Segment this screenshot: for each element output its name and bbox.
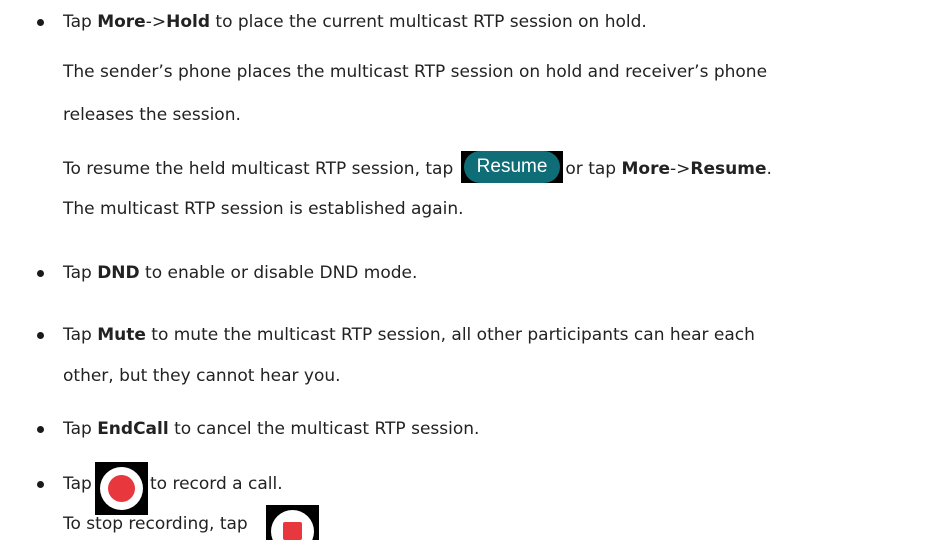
record-icon-dot <box>108 475 135 502</box>
arrow-text: -> <box>670 159 691 179</box>
more-label: More <box>97 12 146 32</box>
hold-description-line-2: releases the session. <box>63 105 241 125</box>
text: to cancel the multicast RTP session. <box>168 419 480 439</box>
resume-instruction: To resume the held multicast RTP session… <box>63 151 772 185</box>
stop-icon-square <box>283 522 302 540</box>
text: To resume the held multicast RTP session… <box>63 159 459 179</box>
text: Tap <box>63 325 98 345</box>
bullet <box>37 332 44 339</box>
stop-recording-icon[interactable] <box>266 505 319 553</box>
resume-button-label: Resume <box>463 151 561 183</box>
resume-label: Resume <box>690 159 767 179</box>
bullet <box>37 19 44 26</box>
record-text-pre: Tap <box>63 474 92 494</box>
endcall-label: EndCall <box>97 419 169 439</box>
text: Tap <box>63 263 98 283</box>
resume-button[interactable]: Resume <box>460 151 564 183</box>
endcall-instruction: Tap EndCall to cancel the multicast RTP … <box>63 418 479 440</box>
record-icon[interactable] <box>95 462 148 515</box>
mute-instruction: Tap Mute to mute the multicast RTP sessi… <box>63 324 755 346</box>
record-text-post: to record a call. <box>150 474 283 494</box>
text: Tap <box>63 12 98 32</box>
text: or tap <box>565 159 622 179</box>
text: Tap <box>63 419 98 439</box>
dnd-label: DND <box>97 263 140 283</box>
bullet <box>37 481 44 488</box>
mute-instruction-line-2: other, but they cannot hear you. <box>63 366 341 386</box>
hold-label: Hold <box>166 12 210 32</box>
hold-instruction: Tap More->Hold to place the current mult… <box>63 11 647 33</box>
dnd-instruction: Tap DND to enable or disable DND mode. <box>63 262 417 284</box>
bullet <box>37 270 44 277</box>
text: . <box>766 159 772 179</box>
arrow-text: -> <box>145 12 167 32</box>
hold-description-line-1: The sender’s phone places the multicast … <box>63 62 768 82</box>
text: to mute the multicast RTP session, all o… <box>145 325 755 345</box>
text: to enable or disable DND mode. <box>139 263 418 283</box>
mute-label: Mute <box>97 325 146 345</box>
bullet <box>37 426 44 433</box>
text: to place the current multicast RTP sessi… <box>210 12 647 32</box>
stop-recording-text: To stop recording, tap <box>63 514 248 534</box>
resume-description: The multicast RTP session is established… <box>63 199 464 219</box>
more-label: More <box>621 159 670 179</box>
